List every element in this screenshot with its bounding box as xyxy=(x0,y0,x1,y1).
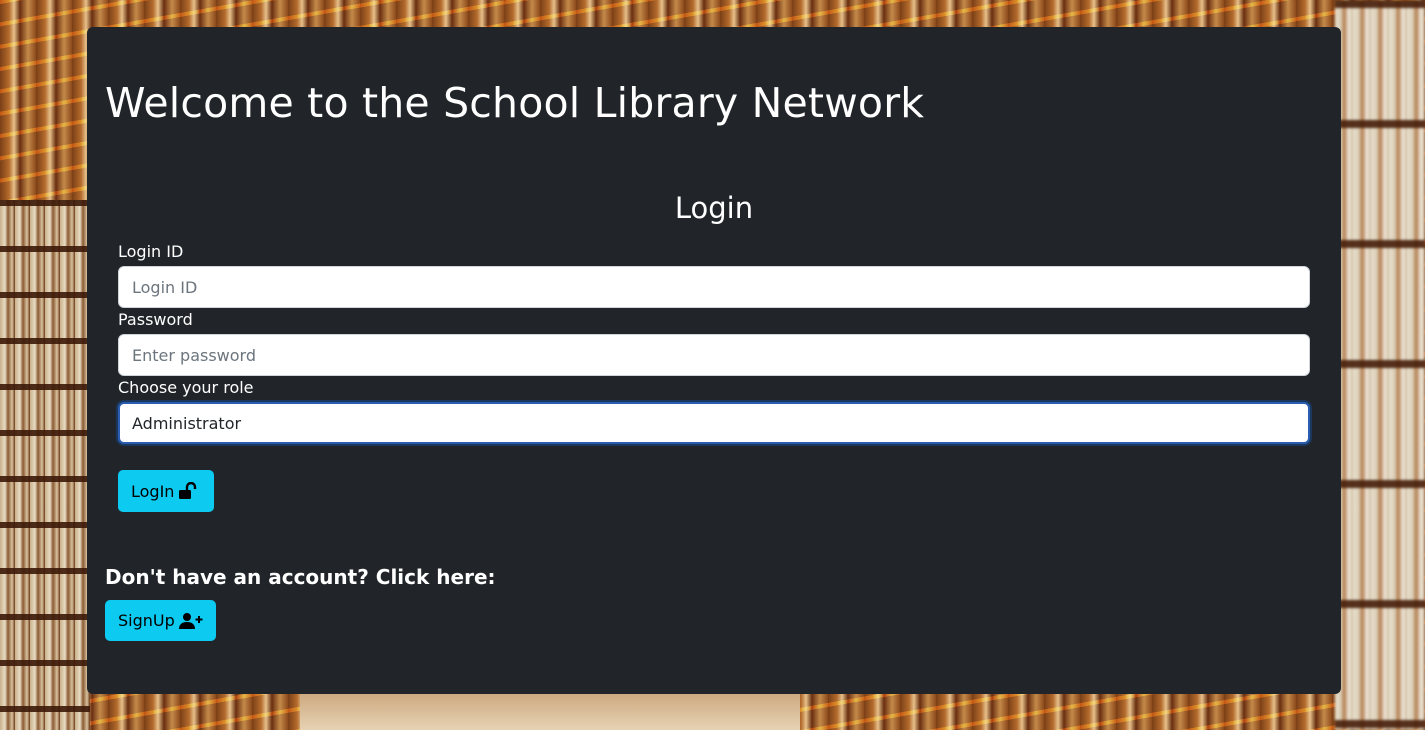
login-button-label: LogIn xyxy=(131,481,175,501)
login-id-label: Login ID xyxy=(118,242,184,261)
role-select[interactable]: Administrator xyxy=(118,402,1310,444)
role-label: Choose your role xyxy=(118,378,254,397)
password-label: Password xyxy=(118,310,193,329)
role-select-value: Administrator xyxy=(132,413,242,433)
login-heading: Login xyxy=(674,191,754,225)
background-bookshelf-left xyxy=(0,200,90,730)
login-button[interactable]: LogIn xyxy=(118,470,214,512)
signup-prompt: Don't have an account? Click here: xyxy=(105,565,496,589)
password-input[interactable] xyxy=(118,334,1310,376)
login-card: Welcome to the School Library Network Lo… xyxy=(87,27,1341,694)
signup-button-label: SignUp xyxy=(118,611,175,630)
unlock-icon xyxy=(178,482,198,500)
page-title: Welcome to the School Library Network xyxy=(105,79,925,127)
background-floor xyxy=(300,690,800,730)
login-id-input[interactable] xyxy=(118,266,1310,308)
signup-button[interactable]: SignUp xyxy=(105,600,216,641)
user-plus-icon xyxy=(178,612,203,630)
background-bookshelf-right xyxy=(1335,0,1425,730)
